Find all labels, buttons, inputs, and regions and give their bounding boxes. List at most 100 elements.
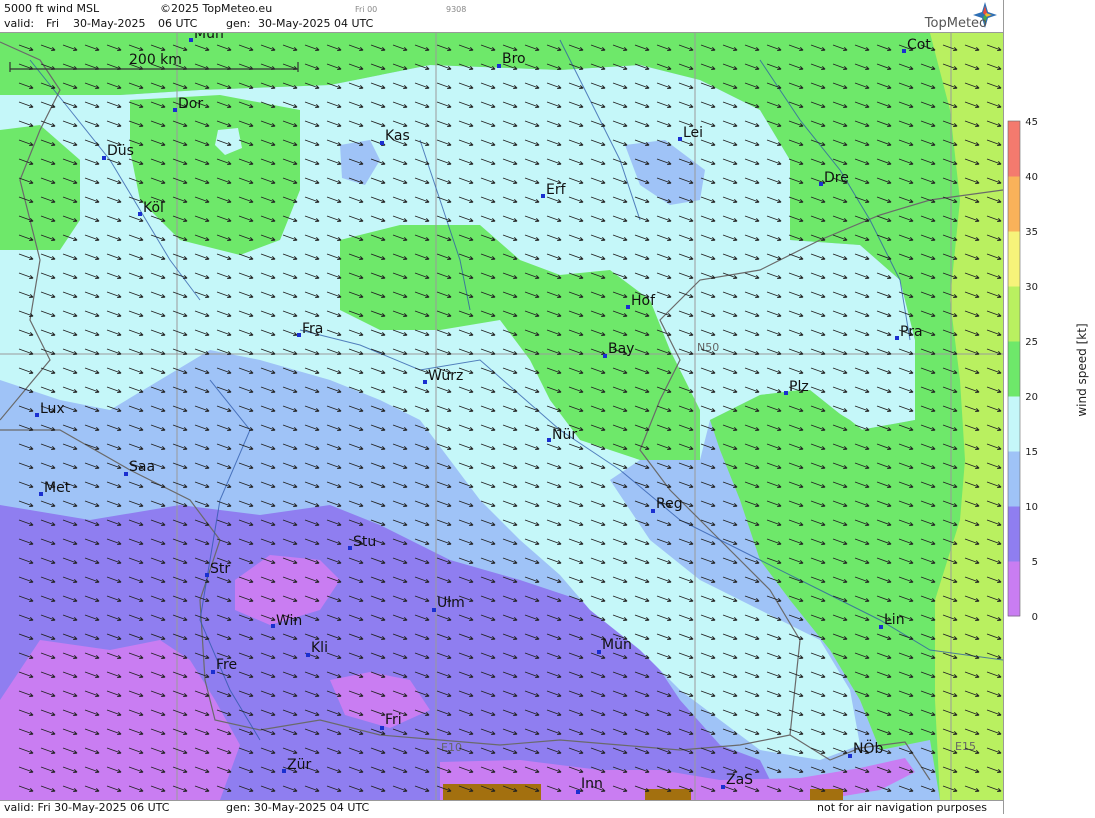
svg-text:Hof: Hof	[631, 293, 656, 309]
legend-band-10-15	[1008, 451, 1020, 507]
legend-tick-label: 40	[1025, 172, 1038, 183]
gen-value: 30-May-2025 04 UTC	[258, 17, 374, 30]
city-bro[interactable]: Bro	[497, 51, 526, 68]
legend-tick-label: 5	[1032, 557, 1038, 568]
svg-text:Lux: Lux	[40, 401, 65, 417]
run-indicator: Fri 00	[355, 5, 378, 14]
footer-valid: valid: Fri 30-May-2025 06 UTC	[4, 801, 170, 814]
valid-time: 06 UTC	[158, 17, 198, 30]
svg-text:Lin: Lin	[884, 612, 905, 628]
svg-text:Bay: Bay	[608, 341, 634, 357]
city-dus[interactable]: Düs	[102, 143, 134, 160]
legend-band-15-20	[1008, 396, 1020, 452]
city-inn[interactable]: Inn	[576, 776, 603, 794]
svg-text:Nür: Nür	[552, 427, 577, 443]
svg-text:Fra: Fra	[302, 321, 323, 337]
svg-text:Reg: Reg	[656, 496, 683, 512]
legend-colorbar: 0 5 10 15 20 25 30 35 40 45 wind speed [kt]	[1007, 117, 1089, 623]
svg-text:Plz: Plz	[789, 379, 809, 395]
legend-tick-label: 35	[1025, 227, 1038, 238]
legend-band-30-35	[1008, 231, 1020, 287]
city-met[interactable]: Met	[39, 480, 71, 496]
legend-panel: 0 5 10 15 20 25 30 35 40 45 wind speed [kt]	[1003, 0, 1095, 814]
city-stu[interactable]: Stu	[348, 534, 376, 550]
legend-tick-label: 20	[1025, 392, 1038, 403]
wind-map[interactable]: N50 E10 E15 200 km Mün Bro Cot Dor Kas L…	[0, 33, 1003, 800]
city-saa[interactable]: Saa	[124, 459, 155, 476]
legend-tick-label: 15	[1025, 447, 1038, 458]
legend-tick-label: 45	[1025, 117, 1038, 128]
legend-tick-label: 25	[1025, 337, 1038, 348]
svg-text:Bro: Bro	[502, 51, 526, 67]
terrain-block-c	[810, 789, 843, 800]
legend-band-0-5	[1008, 561, 1020, 617]
city-bay[interactable]: Bay	[603, 341, 634, 358]
product-title: 5000 ft wind MSL	[4, 2, 100, 15]
copyright: ©2025 TopMeteo.eu	[160, 2, 273, 15]
svg-text:ZaS: ZaS	[726, 772, 753, 788]
svg-text:Fri: Fri	[385, 712, 402, 728]
city-wur[interactable]: Würz	[423, 368, 463, 384]
svg-text:Kas: Kas	[385, 128, 410, 144]
scale-bar-label: 200 km	[129, 52, 182, 68]
city-nob[interactable]: NÖb	[848, 739, 883, 758]
city-cot[interactable]: Cot	[902, 37, 931, 53]
footer-gen: gen: 30-May-2025 04 UTC	[226, 801, 370, 814]
city-zur[interactable]: Zür	[282, 757, 311, 773]
map-canvas: N50 E10 E15 200 km Mün Bro Cot Dor Kas L…	[0, 33, 1003, 800]
legend-tick-label: 10	[1025, 502, 1038, 513]
gen-label: gen:	[226, 17, 251, 30]
svg-text:Erf: Erf	[546, 182, 567, 198]
svg-text:Dor: Dor	[178, 96, 203, 112]
topmeteo-logo[interactable]: TopMeteo	[897, 2, 997, 31]
svg-text:Saa: Saa	[129, 459, 155, 475]
city-mun-south[interactable]: Mün	[597, 637, 632, 654]
legend-tick-label: 30	[1025, 282, 1038, 293]
valid-label: valid:	[4, 17, 35, 30]
svg-text:Würz: Würz	[428, 368, 463, 384]
city-dre[interactable]: Dre	[819, 170, 849, 186]
legend-tick-label: 0	[1032, 612, 1038, 623]
svg-text:Dre: Dre	[824, 170, 849, 186]
legend-title: wind speed [kt]	[1075, 323, 1089, 416]
svg-text:Fre: Fre	[216, 657, 237, 673]
valid-day: Fri	[46, 17, 60, 30]
svg-text:Cot: Cot	[907, 37, 931, 53]
city-win[interactable]: Win	[271, 613, 302, 629]
svg-text:Köl: Köl	[143, 200, 164, 216]
valid-date: 30-May-2025	[73, 17, 146, 30]
brand-name: TopMeteo	[924, 16, 987, 31]
city-pra[interactable]: Pra	[895, 324, 923, 340]
city-dor[interactable]: Dor	[173, 96, 203, 112]
svg-text:Inn: Inn	[581, 776, 603, 792]
legend-color-bands	[1008, 121, 1020, 617]
grid-label-e10: E10	[441, 741, 462, 754]
svg-text:Zür: Zür	[287, 757, 311, 773]
footer-disclaimer: not for air navigation purposes	[817, 801, 987, 814]
header-bar: 5000 ft wind MSL ©2025 TopMeteo.eu Fri 0…	[0, 0, 1003, 33]
code-indicator: 9308	[446, 5, 467, 14]
svg-text:Lei: Lei	[683, 125, 703, 141]
city-hof[interactable]: Hof	[626, 293, 656, 309]
city-reg[interactable]: Reg	[651, 496, 683, 513]
legend-band-40-45	[1008, 121, 1020, 177]
legend-band-20-25	[1008, 341, 1020, 397]
legend-band-25-30	[1008, 286, 1020, 342]
city-lux[interactable]: Lux	[35, 401, 65, 417]
city-mun-north[interactable]: Mün	[189, 33, 224, 42]
city-nur[interactable]: Nür	[547, 427, 577, 443]
svg-text:Win: Win	[276, 613, 302, 629]
svg-text:Mün: Mün	[194, 33, 224, 42]
svg-text:NÖb: NÖb	[853, 739, 883, 757]
terrain-block-b	[645, 789, 691, 800]
city-ulm[interactable]: Ulm	[432, 595, 465, 612]
legend-band-35-40	[1008, 176, 1020, 232]
city-kas[interactable]: Kas	[380, 128, 410, 145]
svg-text:Düs: Düs	[107, 143, 134, 159]
legend-band-5-10	[1008, 506, 1020, 562]
svg-text:Met: Met	[44, 480, 71, 496]
svg-text:Stu: Stu	[353, 534, 376, 550]
svg-text:Mün: Mün	[602, 637, 632, 653]
city-zas[interactable]: ZaS	[721, 772, 753, 789]
footer-bar: valid: Fri 30-May-2025 06 UTC gen: 30-Ma…	[0, 800, 1003, 815]
